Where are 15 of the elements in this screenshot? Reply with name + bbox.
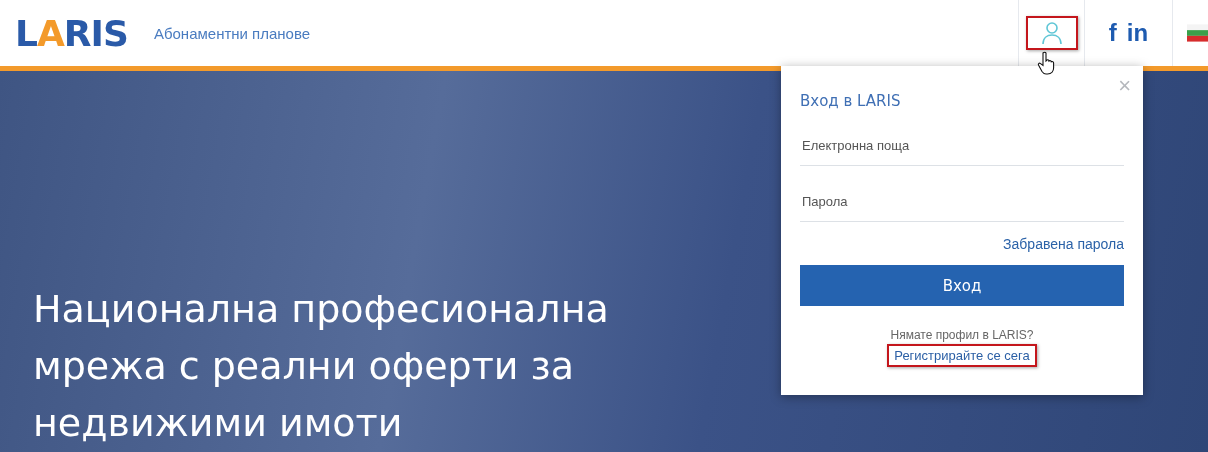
social-link[interactable]: in (1126, 19, 1149, 47)
popup-title: Вход в LARIS (800, 92, 902, 110)
forgot-password-link[interactable]: Забравена парола (1003, 236, 1124, 252)
register-link[interactable]: Регистрирайте се сега (887, 344, 1037, 367)
hero-headline: мрежа с реални оферти за (33, 343, 575, 390)
profile-button[interactable] (1025, 16, 1078, 50)
logo[interactable]: LARIS (15, 12, 128, 54)
nav-link[interactable]: Абонаментни планове (153, 24, 311, 42)
hero-headline: Национална професионална (33, 286, 609, 333)
user-icon (1040, 21, 1063, 45)
flag-icon[interactable] (1187, 24, 1208, 42)
no-account-text: Нямате профил в LARIS? (889, 328, 1035, 342)
login-button[interactable]: Вход (800, 265, 1124, 306)
hero-headline: недвижими имоти (33, 400, 403, 447)
social-link[interactable]: f (1108, 19, 1117, 47)
